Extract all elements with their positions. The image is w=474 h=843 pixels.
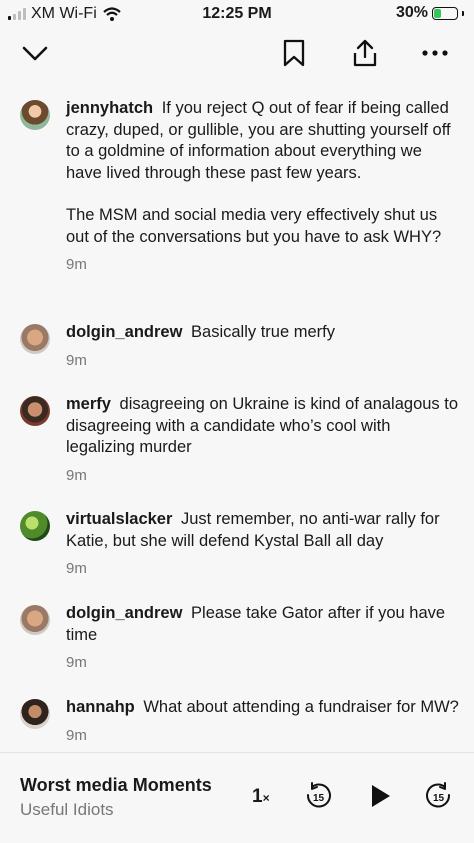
skip-back-icon[interactable]: 15 (303, 781, 333, 811)
comment-text-paragraph-2: The MSM and social media very effectivel… (66, 206, 442, 246)
comment-body: jennyhatch If you reject Q out of fear i… (66, 98, 460, 248)
comment-time: 9m (66, 256, 87, 273)
show-name[interactable]: Useful Idiots (20, 800, 114, 820)
status-bar: XM Wi-Fi 12:25 PM 30% (0, 0, 474, 28)
top-bar (0, 34, 474, 74)
comment-body: dolgin_andrew Please take Gator after if… (66, 603, 460, 646)
comment-list: jennyhatch If you reject Q out of fear i… (0, 92, 474, 752)
episode-title[interactable]: Worst media Moments (20, 775, 212, 796)
battery-cap (462, 10, 464, 16)
comment-text: disagreeing on Ukraine is kind of analag… (66, 395, 459, 456)
comment-body: dolgin_andrew Basically true merfy (66, 322, 460, 344)
more-icon[interactable] (420, 38, 450, 68)
avatar[interactable] (20, 511, 50, 541)
battery-percent: 30% (395, 4, 428, 21)
share-icon[interactable] (350, 38, 380, 68)
playback-speed-suffix: × (262, 791, 270, 805)
comment-username[interactable]: dolgin_andrew (66, 604, 182, 622)
comment-body: virtualslacker Just remember, no anti-wa… (66, 509, 460, 552)
playback-speed-button[interactable]: 1× (252, 786, 270, 808)
skip-forward-icon[interactable]: 15 (424, 781, 454, 811)
avatar[interactable] (20, 100, 50, 130)
comment-text: Basically true merfy (191, 323, 335, 341)
avatar[interactable] (20, 605, 50, 635)
comment-time: 9m (66, 466, 87, 484)
comment-username[interactable]: virtualslacker (66, 510, 172, 528)
comment-time: 9m (66, 560, 87, 577)
comment: hannahp What about attending a fundraise… (20, 697, 460, 744)
comment: virtualslacker Just remember, no anti-wa… (20, 509, 460, 577)
mini-player[interactable]: Worst media Moments Useful Idiots 1× 15 … (0, 753, 474, 843)
comment-time: 9m (66, 351, 87, 369)
comment-time: 9m (66, 654, 87, 671)
avatar[interactable] (20, 699, 50, 729)
battery-icon (432, 6, 458, 20)
comment-time: 9m (66, 726, 87, 744)
comment-username[interactable]: dolgin_andrew (66, 323, 182, 341)
comment-username[interactable]: jennyhatch (66, 99, 153, 117)
avatar[interactable] (20, 324, 50, 354)
skip-back-seconds: 15 (313, 793, 325, 804)
bookmark-icon[interactable] (279, 38, 309, 68)
comment-body: merfy disagreeing on Ukraine is kind of … (66, 394, 460, 459)
comment: merfy disagreeing on Ukraine is kind of … (20, 394, 460, 484)
comment-text: What about attending a fundraiser for MW… (143, 698, 459, 716)
comment: dolgin_andrew Please take Gator after if… (20, 603, 460, 671)
playback-speed-value: 1 (252, 786, 263, 807)
comment: jennyhatch If you reject Q out of fear i… (20, 98, 460, 273)
comment-username[interactable]: hannahp (66, 698, 135, 716)
comment: dolgin_andrew Basically true merfy 9m (20, 322, 460, 369)
comment-body: hannahp What about attending a fundraise… (66, 697, 460, 719)
chevron-down-icon[interactable] (20, 38, 50, 68)
play-icon[interactable] (365, 781, 395, 811)
comment-username[interactable]: merfy (66, 395, 111, 413)
status-right: 30% (396, 4, 464, 22)
skip-forward-seconds: 15 (433, 793, 445, 804)
avatar[interactable] (20, 396, 50, 426)
